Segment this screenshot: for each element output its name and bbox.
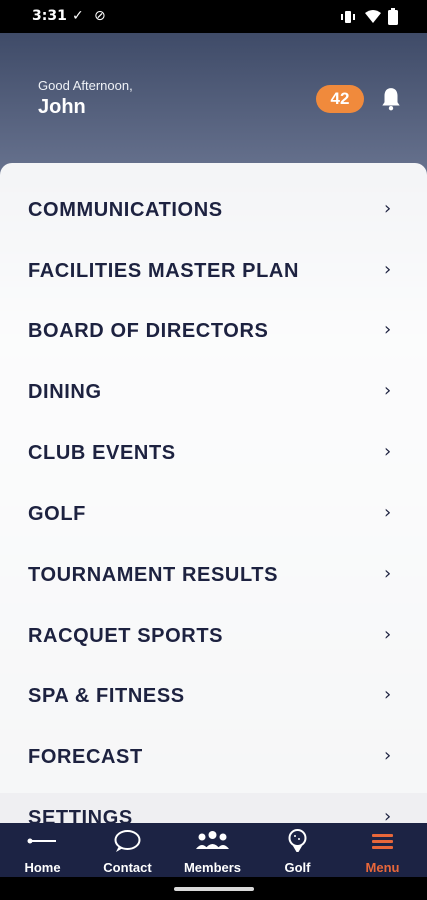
chevron-right-icon: › [384,441,392,462]
menu-item-golf[interactable]: GOLF › [0,485,427,543]
menu-item-club-events[interactable]: CLUB EVENTS › [0,424,427,482]
menu-item-facilities-master-plan[interactable]: FACILITIES MASTER PLAN › [0,242,427,300]
chevron-right-icon: › [384,624,392,645]
bell-icon[interactable] [378,86,404,112]
wifi-icon [365,10,381,23]
battery-icon [388,8,398,25]
nav-label: Golf [284,860,311,875]
chevron-right-icon: › [384,745,392,766]
nav-members[interactable]: Members [170,823,255,877]
chevron-right-icon: › [384,684,392,705]
status-bar: 3:31 ✓ ⊘ [0,0,427,33]
menu-item-racquet-sports[interactable]: RACQUET SPORTS › [0,607,427,665]
vibrate-icon [341,11,355,23]
chat-bubble-icon [114,830,141,852]
chevron-right-icon: › [384,380,392,401]
menu-item-label: RACQUET SPORTS [28,625,224,647]
menu-item-label: SPA & FITNESS [28,685,185,707]
check-icon: ✓ [72,8,84,24]
chevron-right-icon: › [384,319,392,340]
user-name: John [38,96,86,118]
chevron-right-icon: › [384,806,392,823]
home-line-icon [27,838,56,844]
gesture-bar [0,877,427,900]
nav-menu[interactable]: Menu [340,823,425,877]
menu-item-label: FORECAST [28,746,143,768]
nav-golf[interactable]: Golf [255,823,340,877]
menu-item-label: BOARD OF DIRECTORS [28,320,269,342]
nav-contact[interactable]: Contact [85,823,170,877]
hamburger-menu-icon [372,834,393,849]
chevron-right-icon: › [384,198,392,219]
menu-item-label: TOURNAMENT RESULTS [28,564,279,586]
menu-item-label: DINING [28,381,102,403]
menu-item-spa-fitness[interactable]: SPA & FITNESS › [0,667,427,725]
menu-item-label: CLUB EVENTS [28,442,176,464]
menu-item-settings[interactable]: SETTINGS › [0,789,427,823]
notification-count-badge[interactable]: 42 [316,85,364,113]
nav-label: Members [183,860,242,875]
chevron-right-icon: › [384,563,392,584]
nav-label: Menu [365,860,400,875]
golf-ball-tee-icon [288,829,307,852]
menu-item-label: SETTINGS [28,807,133,823]
menu-item-communications[interactable]: COMMUNICATIONS › [0,181,427,239]
menu-item-label: COMMUNICATIONS [28,199,223,221]
menu-item-board-of-directors[interactable]: BOARD OF DIRECTORS › [0,302,427,360]
menu-item-label: FACILITIES MASTER PLAN [28,260,299,282]
menu-item-label: GOLF [28,503,86,525]
menu-item-tournament-results[interactable]: TOURNAMENT RESULTS › [0,546,427,604]
greeting-text: Good Afternoon, [38,78,133,93]
chevron-right-icon: › [384,502,392,523]
nav-home[interactable]: Home [0,823,85,877]
menu-item-forecast[interactable]: FORECAST › [0,728,427,786]
status-time: 3:31 [32,8,67,24]
menu-sheet: COMMUNICATIONS › FACILITIES MASTER PLAN … [0,163,427,823]
members-icon [196,831,229,849]
nav-label: Home [24,860,61,875]
no-disturb-icon: ⊘ [94,8,106,24]
chevron-right-icon: › [384,259,392,280]
bottom-nav: Home Contact Members Golf Menu [0,823,427,877]
home-gesture-handle[interactable] [174,887,254,891]
menu-item-dining[interactable]: DINING › [0,363,427,421]
nav-label: Contact [103,860,152,875]
